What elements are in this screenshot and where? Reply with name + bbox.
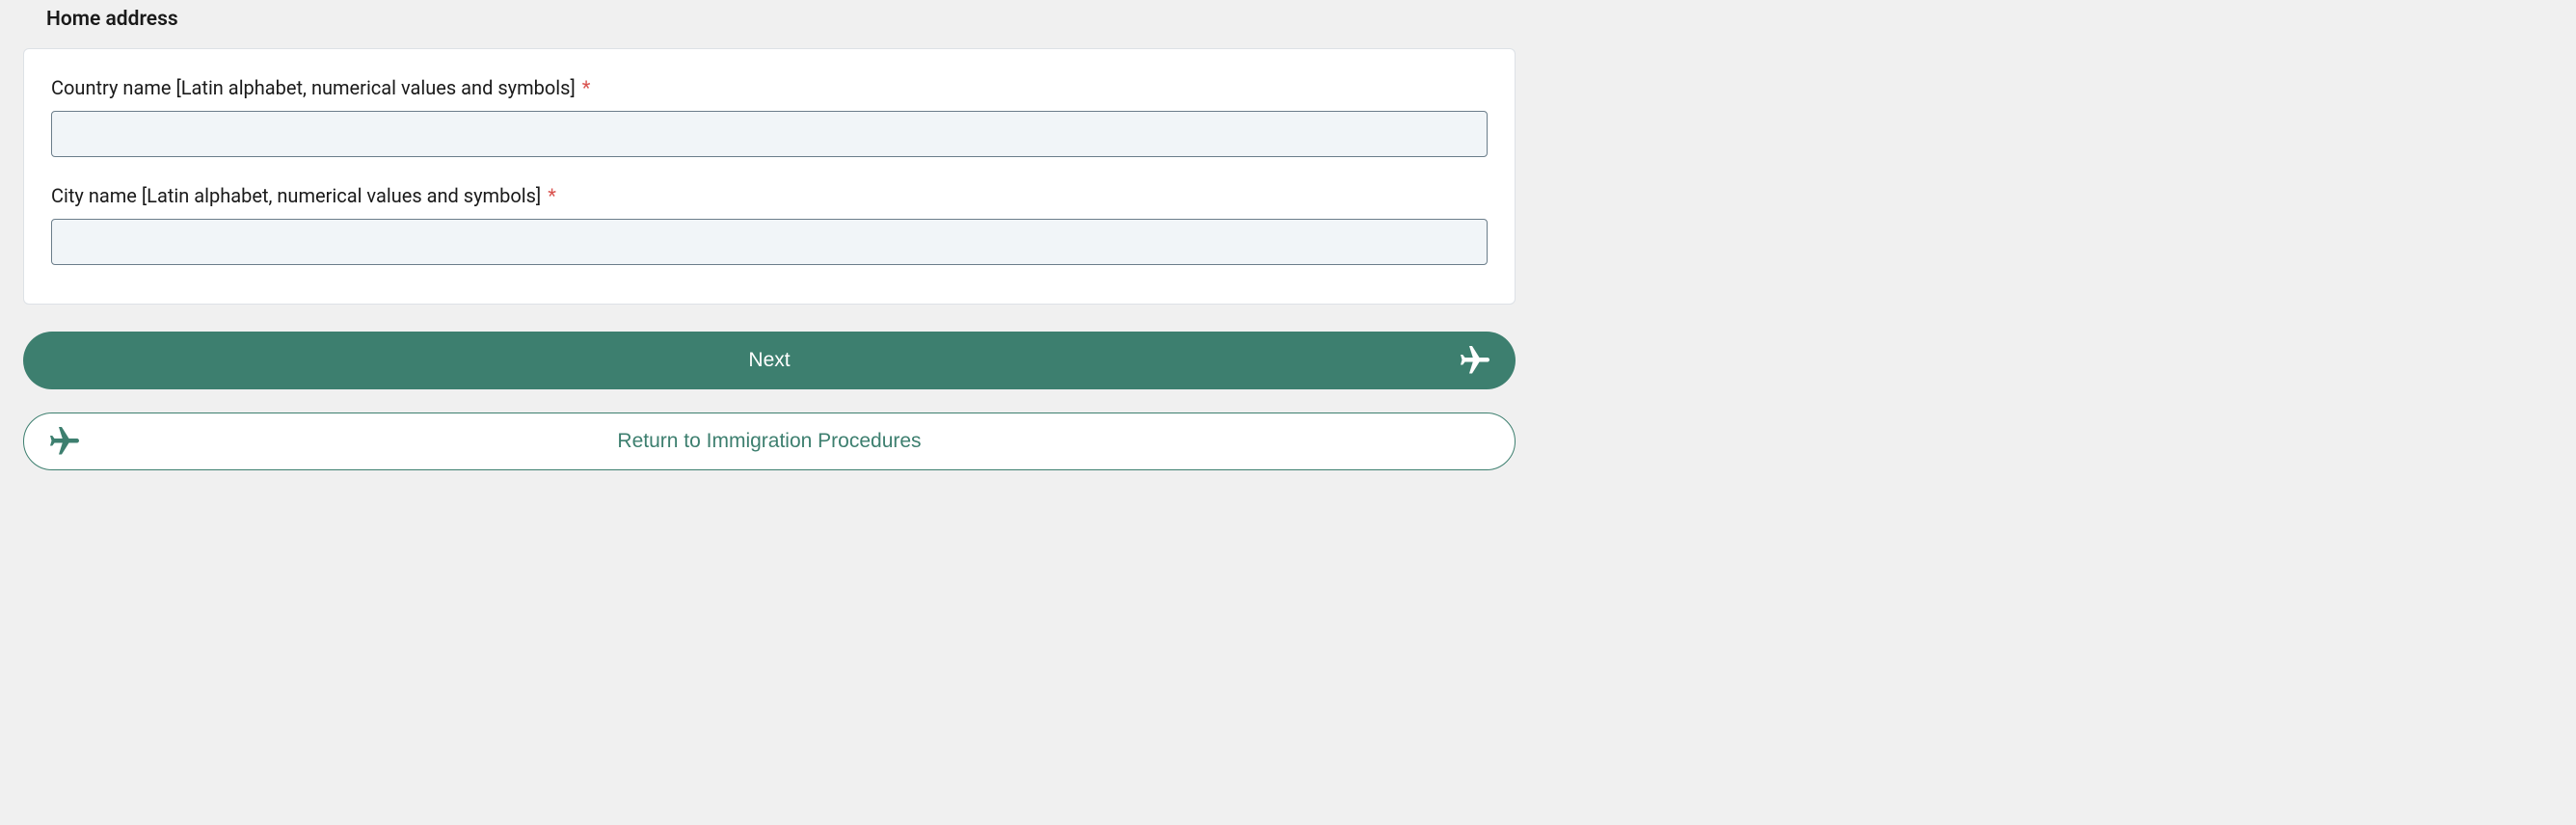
city-label: City name [Latin alphabet, numerical val… [51, 184, 1488, 207]
city-required-asterisk: * [548, 184, 556, 207]
country-field-group: Country name [Latin alphabet, numerical … [51, 76, 1488, 157]
country-label-text: Country name [Latin alphabet, numerical … [51, 76, 576, 99]
country-input[interactable] [51, 111, 1488, 157]
next-button[interactable]: Next [23, 332, 1516, 389]
section-title: Home address [46, 0, 1516, 31]
city-input[interactable] [51, 219, 1488, 265]
country-label: Country name [Latin alphabet, numerical … [51, 76, 1488, 99]
country-required-asterisk: * [582, 76, 591, 99]
next-button-label: Next [748, 349, 790, 372]
home-address-card: Country name [Latin alphabet, numerical … [23, 48, 1516, 305]
return-button[interactable]: Return to Immigration Procedures [23, 412, 1516, 470]
airplane-left-icon [47, 424, 82, 459]
return-button-label: Return to Immigration Procedures [617, 430, 921, 453]
right-empty-panel [1516, 0, 2553, 493]
city-label-text: City name [Latin alphabet, numerical val… [51, 184, 541, 207]
city-field-group: City name [Latin alphabet, numerical val… [51, 184, 1488, 265]
airplane-right-icon [1458, 343, 1492, 378]
